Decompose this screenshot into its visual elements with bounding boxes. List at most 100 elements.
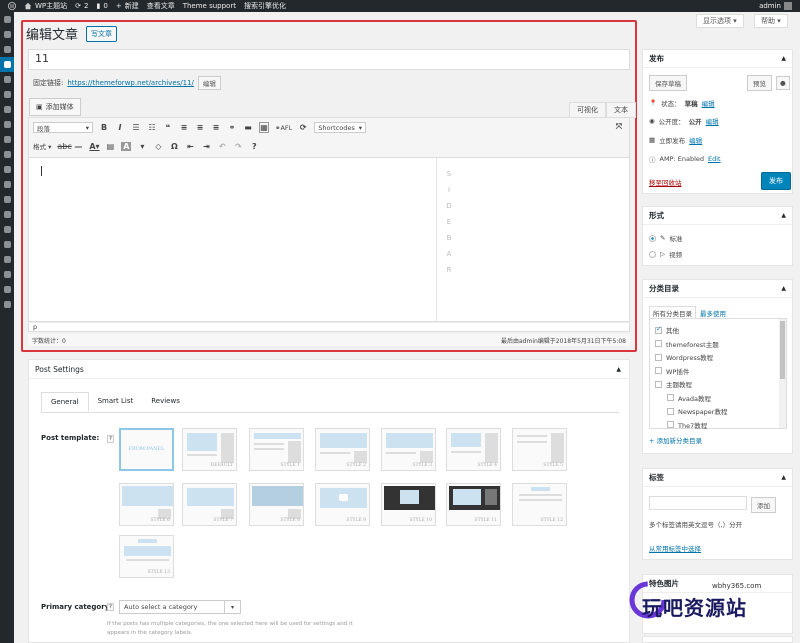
undo-icon[interactable]: ↶ — [217, 142, 227, 151]
menu-appearance[interactable] — [0, 132, 14, 147]
paste-text-icon[interactable]: ▤ — [105, 142, 115, 151]
triangle-up-icon[interactable]: ▲ — [781, 474, 786, 481]
blockquote-icon[interactable]: ❝ — [163, 123, 173, 132]
link-icon[interactable]: ⚭ — [227, 123, 237, 132]
background-color-icon[interactable]: A — [121, 141, 132, 151]
radio-selected[interactable] — [649, 234, 656, 242]
bold-icon[interactable]: B — [99, 123, 109, 132]
help-icon[interactable]: ? — [249, 142, 259, 151]
category-item[interactable]: 其他 — [655, 325, 679, 335]
tab-visual[interactable]: 可视化 — [569, 102, 606, 118]
tab-most-used[interactable]: 最多使用 — [700, 308, 726, 318]
triangle-up-icon[interactable]: ▲ — [781, 285, 786, 292]
add-tag-button[interactable]: 添加 — [751, 497, 776, 513]
new-content-link[interactable]: + 新建 — [116, 1, 139, 11]
template-style-1[interactable]: STYLE 1 — [249, 428, 304, 471]
scrollbar[interactable] — [779, 319, 786, 428]
format-dropdown[interactable]: 格式 ▾ — [33, 141, 51, 151]
category-item[interactable]: Avada教程 — [667, 393, 711, 403]
template-style-8[interactable]: STYLE 8 — [249, 483, 304, 526]
format-option-standard[interactable]: ✎ 标准 — [649, 233, 682, 243]
refresh-icon[interactable]: ⟳ — [298, 123, 308, 132]
template-style-13[interactable]: STYLE 13 — [119, 535, 174, 578]
menu-pages[interactable] — [0, 87, 14, 102]
wp-logo-icon[interactable]: W — [8, 2, 16, 10]
post-title-input[interactable]: 11 — [28, 49, 630, 70]
category-item[interactable]: 主题教程 — [655, 379, 692, 389]
publish-header[interactable]: 发布 ▲ — [643, 50, 792, 68]
format-header[interactable]: 形式 ▲ — [643, 207, 792, 225]
editor-content-area[interactable]: S I D E B A R — [28, 158, 630, 322]
template-style-6[interactable]: STYLE 6 — [119, 483, 174, 526]
template-style-11[interactable]: STYLE 11 — [446, 483, 501, 526]
menu-item-15[interactable] — [0, 222, 14, 237]
menu-collapse[interactable] — [0, 297, 14, 312]
menu-users[interactable] — [0, 162, 14, 177]
special-char-icon[interactable]: Ω — [169, 142, 179, 151]
shortcodes-select[interactable]: Shortcodes ▾ — [314, 122, 367, 133]
menu-item-8[interactable] — [0, 117, 14, 132]
category-checkbox[interactable] — [655, 380, 662, 388]
triangle-up-icon[interactable]: ▲ — [781, 212, 786, 219]
menu-item-17[interactable] — [0, 252, 14, 267]
eraser-icon[interactable]: ◇ — [153, 142, 163, 151]
align-center-icon[interactable]: ≡ — [195, 123, 205, 132]
menu-item-16[interactable] — [0, 237, 14, 252]
template-style-7[interactable]: STYLE 7 — [182, 483, 237, 526]
amp-edit-link[interactable]: Edit — [708, 155, 721, 163]
menu-item-2[interactable] — [0, 27, 14, 42]
screen-options-button[interactable]: 显示选项 ▾ — [696, 14, 744, 28]
template-style-9[interactable]: STYLE 9 — [315, 483, 370, 526]
menu-settings[interactable] — [0, 192, 14, 207]
menu-media[interactable] — [0, 72, 14, 87]
toolbar-toggle-icon[interactable]: ▦ — [259, 122, 269, 133]
numbered-list-icon[interactable]: ☷ — [147, 123, 157, 132]
outdent-icon[interactable]: ⇤ — [185, 142, 195, 151]
category-checkbox[interactable] — [655, 367, 662, 374]
category-checkbox[interactable] — [667, 407, 674, 415]
menu-tools[interactable] — [0, 177, 14, 192]
text-color-icon[interactable]: A▾ — [89, 142, 99, 151]
category-item[interactable]: The7教程 — [667, 420, 707, 430]
updates-link[interactable]: ⟳ 2 — [75, 2, 88, 10]
publish-button[interactable]: 发布 — [761, 172, 791, 190]
paragraph-select[interactable]: 段落 ▾ — [33, 122, 93, 133]
post-settings-header[interactable]: Post Settings ▲ — [29, 360, 629, 379]
horizontal-line-icon[interactable]: — — [73, 142, 83, 151]
comments-link[interactable]: ▮ 0 — [97, 2, 108, 10]
preview-button[interactable]: 预览 — [747, 75, 772, 91]
redo-icon[interactable]: ↷ — [233, 142, 243, 151]
menu-posts[interactable] — [0, 57, 14, 72]
tab-smart-list[interactable]: Smart List — [89, 392, 143, 412]
category-checkbox[interactable] — [667, 421, 674, 428]
align-right-icon[interactable]: ≡ — [211, 123, 221, 132]
more-tag-icon[interactable]: ▬ — [243, 123, 253, 132]
format-option-video[interactable]: ▷ 视频 — [649, 249, 682, 259]
italic-icon[interactable]: I — [115, 123, 125, 132]
triangle-up-icon[interactable]: ▲ — [781, 55, 786, 62]
template-default-panel[interactable]: FROM PANEL — [119, 428, 174, 471]
align-left-icon[interactable]: ≡ — [179, 123, 189, 132]
permalink-url[interactable]: https://themeforwp.net/archives/11/ — [67, 79, 194, 87]
afl-icon[interactable]: ⚭AFL — [275, 124, 292, 132]
template-style-10[interactable]: STYLE 10 — [381, 483, 436, 526]
status-edit-link[interactable]: 编辑 — [702, 98, 715, 108]
tag-input[interactable] — [649, 496, 747, 510]
menu-item-19[interactable] — [0, 282, 14, 297]
category-item[interactable]: themeforest主题 — [655, 339, 719, 349]
menu-item-3[interactable] — [0, 42, 14, 57]
radio-unselected[interactable] — [649, 250, 656, 258]
schedule-edit-link[interactable]: 编辑 — [689, 135, 702, 145]
choose-tags-link[interactable]: 从常用标签中选择 — [649, 543, 701, 553]
strikethrough-icon[interactable]: abc — [57, 142, 71, 151]
chevron-down-icon[interactable]: ▾ — [137, 142, 147, 151]
menu-comments[interactable] — [0, 102, 14, 117]
indent-icon[interactable]: ⇥ — [201, 142, 211, 151]
theme-support-link[interactable]: Theme support — [183, 2, 236, 10]
add-new-category-link[interactable]: + 添加新分类目录 — [649, 435, 702, 445]
info-icon[interactable]: ● — [776, 76, 790, 90]
fullscreen-icon[interactable]: ⤧ — [614, 122, 624, 132]
tab-general[interactable]: General — [41, 392, 89, 412]
site-name-link[interactable]: WP主题站 — [24, 1, 67, 11]
menu-plugins[interactable] — [0, 147, 14, 162]
